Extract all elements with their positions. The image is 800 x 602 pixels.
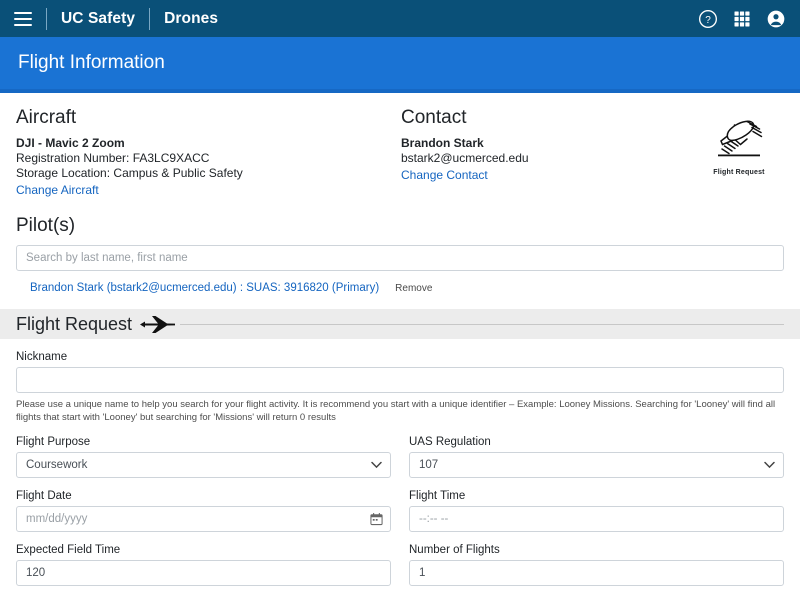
purpose-regulation-row: Flight Purpose Coursework UAS Regulation… bbox=[16, 436, 784, 478]
change-contact-link[interactable]: Change Contact bbox=[401, 167, 488, 183]
aircraft-storage-location: Storage Location: Campus & Public Safety bbox=[16, 166, 243, 180]
flight-time-label: Flight Time bbox=[409, 490, 466, 502]
pilot-name-link[interactable]: Brandon Stark (bstark2@ucmerced.edu) : S… bbox=[30, 282, 379, 294]
nickname-input[interactable] bbox=[16, 367, 784, 393]
flight-date-input[interactable] bbox=[16, 506, 391, 532]
aircraft-registration: Registration Number: FA3LC9XACC bbox=[16, 151, 210, 165]
date-time-row: Flight Date Flight Time bbox=[16, 490, 784, 532]
flight-request-rule bbox=[180, 323, 784, 325]
flight-purpose-select[interactable]: Coursework bbox=[16, 452, 391, 478]
nav-divider-2 bbox=[149, 7, 151, 30]
number-of-flights-field: Number of Flights bbox=[409, 544, 784, 586]
pilots-section: Pilot(s) Brandon Stark (bstark2@ucmerced… bbox=[16, 199, 784, 294]
page-banner: Flight Information bbox=[0, 37, 800, 89]
flight-request-form: Nickname Please use a unique name to hel… bbox=[0, 339, 800, 586]
nickname-helper-text: Please use a unique name to help you sea… bbox=[16, 399, 776, 423]
apps-grid-icon[interactable] bbox=[732, 9, 752, 29]
number-of-flights-label: Number of Flights bbox=[409, 544, 500, 556]
summary-columns: Aircraft DJI - Mavic 2 Zoom Registration… bbox=[16, 93, 784, 199]
aircraft-heading: Aircraft bbox=[16, 107, 77, 128]
pilots-heading: Pilot(s) bbox=[16, 215, 76, 236]
airplane-speed-lines-icon bbox=[718, 120, 763, 157]
contact-section: Contact Brandon Stark bstark2@ucmerced.e… bbox=[401, 107, 694, 199]
uas-regulation-select-wrap: 107 bbox=[409, 452, 784, 478]
flight-time-input[interactable] bbox=[409, 506, 784, 532]
flight-date-label: Flight Date bbox=[16, 490, 72, 502]
flight-request-heading: Flight Request bbox=[16, 313, 133, 334]
pilot-list-item: Brandon Stark (bstark2@ucmerced.edu) : S… bbox=[30, 282, 784, 294]
user-account-icon[interactable] bbox=[766, 9, 786, 29]
expected-field-time-label: Expected Field Time bbox=[16, 544, 121, 556]
flight-request-band: Flight Request bbox=[0, 309, 800, 339]
calendar-icon[interactable] bbox=[370, 513, 383, 526]
help-circle-icon[interactable]: ? bbox=[698, 9, 718, 29]
expected-field-time-input[interactable] bbox=[16, 560, 391, 586]
airplane-icon bbox=[140, 316, 176, 333]
expected-field-time-field: Expected Field Time bbox=[16, 544, 391, 586]
logo-caption: Flight Request bbox=[713, 169, 765, 176]
hamburger-menu-icon[interactable] bbox=[14, 11, 32, 26]
aircraft-model: DJI - Mavic 2 Zoom bbox=[16, 136, 125, 150]
pilot-remove-link[interactable]: Remove bbox=[395, 283, 432, 294]
contact-heading: Contact bbox=[401, 107, 467, 128]
brand-drones[interactable]: Drones bbox=[164, 10, 218, 28]
flight-purpose-label: Flight Purpose bbox=[16, 436, 91, 448]
svg-text:?: ? bbox=[705, 14, 711, 25]
topbar-icon-group: ? bbox=[698, 9, 786, 29]
flight-purpose-field: Flight Purpose Coursework bbox=[16, 436, 391, 478]
logo-box: Flight Request bbox=[710, 113, 768, 176]
contact-email: bstark2@ucmerced.edu bbox=[401, 151, 529, 165]
flight-date-input-wrap bbox=[16, 506, 391, 532]
uas-regulation-label: UAS Regulation bbox=[409, 436, 491, 448]
number-of-flights-input[interactable] bbox=[409, 560, 784, 586]
flight-date-field: Flight Date bbox=[16, 490, 391, 532]
contact-name: Brandon Stark bbox=[401, 136, 484, 150]
page-title: Flight Information bbox=[18, 52, 165, 73]
nickname-label: Nickname bbox=[16, 351, 68, 363]
flight-purpose-select-wrap: Coursework bbox=[16, 452, 391, 478]
aircraft-section: Aircraft DJI - Mavic 2 Zoom Registration… bbox=[16, 107, 401, 199]
change-aircraft-link[interactable]: Change Aircraft bbox=[16, 182, 99, 198]
page-content: Aircraft DJI - Mavic 2 Zoom Registration… bbox=[0, 93, 800, 294]
top-navigation-bar: UC Safety Drones ? bbox=[0, 0, 800, 37]
flight-time-field: Flight Time bbox=[409, 490, 784, 532]
field-time-flights-row: Expected Field Time Number of Flights bbox=[16, 544, 784, 586]
pilot-search-input[interactable] bbox=[16, 245, 784, 271]
nav-divider bbox=[46, 7, 47, 30]
uas-regulation-select[interactable]: 107 bbox=[409, 452, 784, 478]
brand-uc-safety[interactable]: UC Safety bbox=[61, 10, 135, 28]
flight-request-logo: Flight Request bbox=[694, 107, 784, 199]
uas-regulation-field: UAS Regulation 107 bbox=[409, 436, 784, 478]
